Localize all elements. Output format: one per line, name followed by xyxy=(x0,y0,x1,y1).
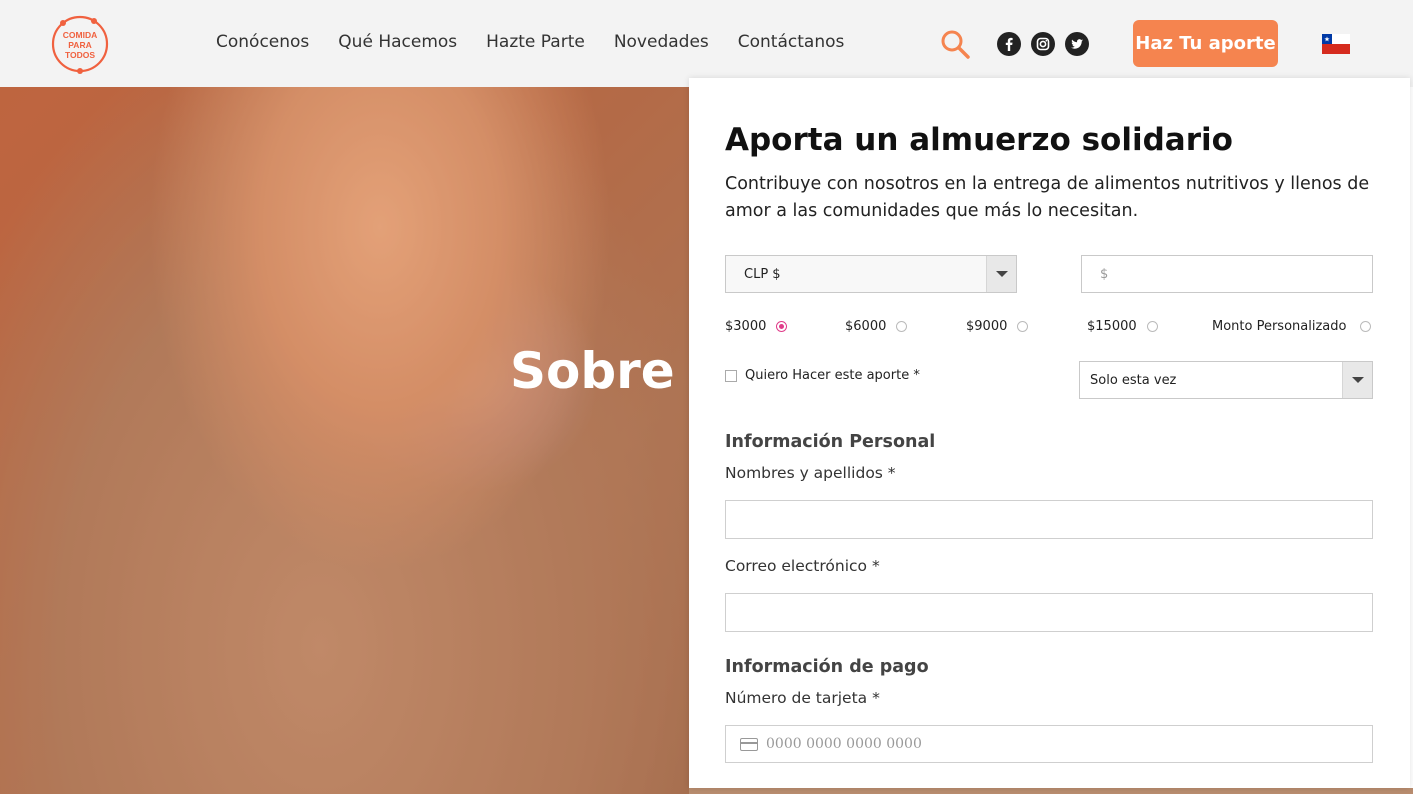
svg-text:TODOS: TODOS xyxy=(65,50,95,60)
facebook-icon[interactable] xyxy=(997,32,1021,56)
search-icon[interactable] xyxy=(938,27,972,61)
recurring-checkbox-label: Quiero Hacer este aporte * xyxy=(745,368,920,383)
chevron-down-icon xyxy=(986,256,1016,292)
email-field[interactable] xyxy=(725,593,1373,632)
nav-novedades[interactable]: Novedades xyxy=(614,32,709,52)
radio-button[interactable] xyxy=(1017,321,1029,332)
comida-para-todos-logo[interactable]: COMIDA PARA TODOS xyxy=(50,13,110,75)
nav-contactanos[interactable]: Contáctanos xyxy=(738,32,845,52)
card-number-field[interactable]: 0000 0000 0000 0000 xyxy=(725,725,1373,763)
form-description: Contribuye con nosotros en la entrega de… xyxy=(725,174,1370,221)
hero-image-strip xyxy=(689,788,1413,794)
radio-button[interactable] xyxy=(896,321,908,332)
nav-que-hacemos[interactable]: Qué Hacemos xyxy=(338,32,457,52)
checkbox[interactable] xyxy=(725,369,737,382)
amount-option-label: Monto Personalizado xyxy=(1212,319,1347,334)
amount-option-15000[interactable]: $15000 xyxy=(1087,319,1158,334)
name-label: Nombres y apellidos * xyxy=(725,464,896,482)
amount-option-6000[interactable]: $6000 xyxy=(845,319,908,334)
site-header: COMIDA PARA TODOS Conócenos Qué Hacemos … xyxy=(0,0,1413,87)
personal-info-heading: Información Personal xyxy=(725,432,936,452)
main-nav: Conócenos Qué Hacemos Hazte Parte Noveda… xyxy=(216,32,873,52)
instagram-icon[interactable] xyxy=(1031,32,1055,56)
svg-text:PARA: PARA xyxy=(68,40,91,50)
amount-option-custom[interactable]: Monto Personalizado xyxy=(1212,319,1372,334)
email-label: Correo electrónico * xyxy=(725,557,880,575)
card-number-placeholder: 0000 0000 0000 0000 xyxy=(766,736,922,752)
name-field[interactable] xyxy=(725,500,1373,539)
amount-option-9000[interactable]: $9000 xyxy=(966,319,1029,334)
amount-option-label: $3000 xyxy=(725,319,767,334)
amount-option-3000[interactable]: $3000 xyxy=(725,319,788,334)
payment-info-heading: Información de pago xyxy=(725,657,929,677)
twitter-icon[interactable] xyxy=(1065,32,1089,56)
nav-conocenos[interactable]: Conócenos xyxy=(216,32,309,52)
card-number-label: Número de tarjeta * xyxy=(725,689,880,707)
amount-option-label: $15000 xyxy=(1087,319,1137,334)
amount-option-label: $6000 xyxy=(845,319,887,334)
chevron-down-icon xyxy=(1342,362,1372,398)
chile-flag-icon[interactable] xyxy=(1322,34,1350,54)
amount-option-label: $9000 xyxy=(966,319,1008,334)
amount-placeholder: $ xyxy=(1100,267,1109,282)
donation-form-panel: Aporta un almuerzo solidario Contribuye … xyxy=(689,78,1410,788)
amount-input[interactable]: $ xyxy=(1081,255,1373,293)
radio-button[interactable] xyxy=(1360,321,1372,332)
donate-button[interactable]: Haz Tu aporte xyxy=(1133,20,1278,67)
radio-button[interactable] xyxy=(776,321,788,332)
hero-title: Sobre xyxy=(510,342,675,400)
form-title: Aporta un almuerzo solidario xyxy=(725,122,1233,158)
svg-text:COMIDA: COMIDA xyxy=(63,30,97,40)
currency-select-value: CLP $ xyxy=(744,267,781,282)
frequency-select[interactable]: Solo esta vez xyxy=(1079,361,1373,399)
amount-options: $3000 $6000 $9000 $15000 Monto Personali… xyxy=(725,319,1373,339)
recurring-checkbox[interactable]: Quiero Hacer este aporte * xyxy=(725,368,920,383)
frequency-select-value: Solo esta vez xyxy=(1090,373,1177,388)
nav-hazte-parte[interactable]: Hazte Parte xyxy=(486,32,585,52)
hero-image: Sobre xyxy=(0,87,689,794)
radio-button[interactable] xyxy=(1146,321,1158,332)
currency-select[interactable]: CLP $ xyxy=(725,255,1017,293)
credit-card-icon xyxy=(740,737,758,751)
